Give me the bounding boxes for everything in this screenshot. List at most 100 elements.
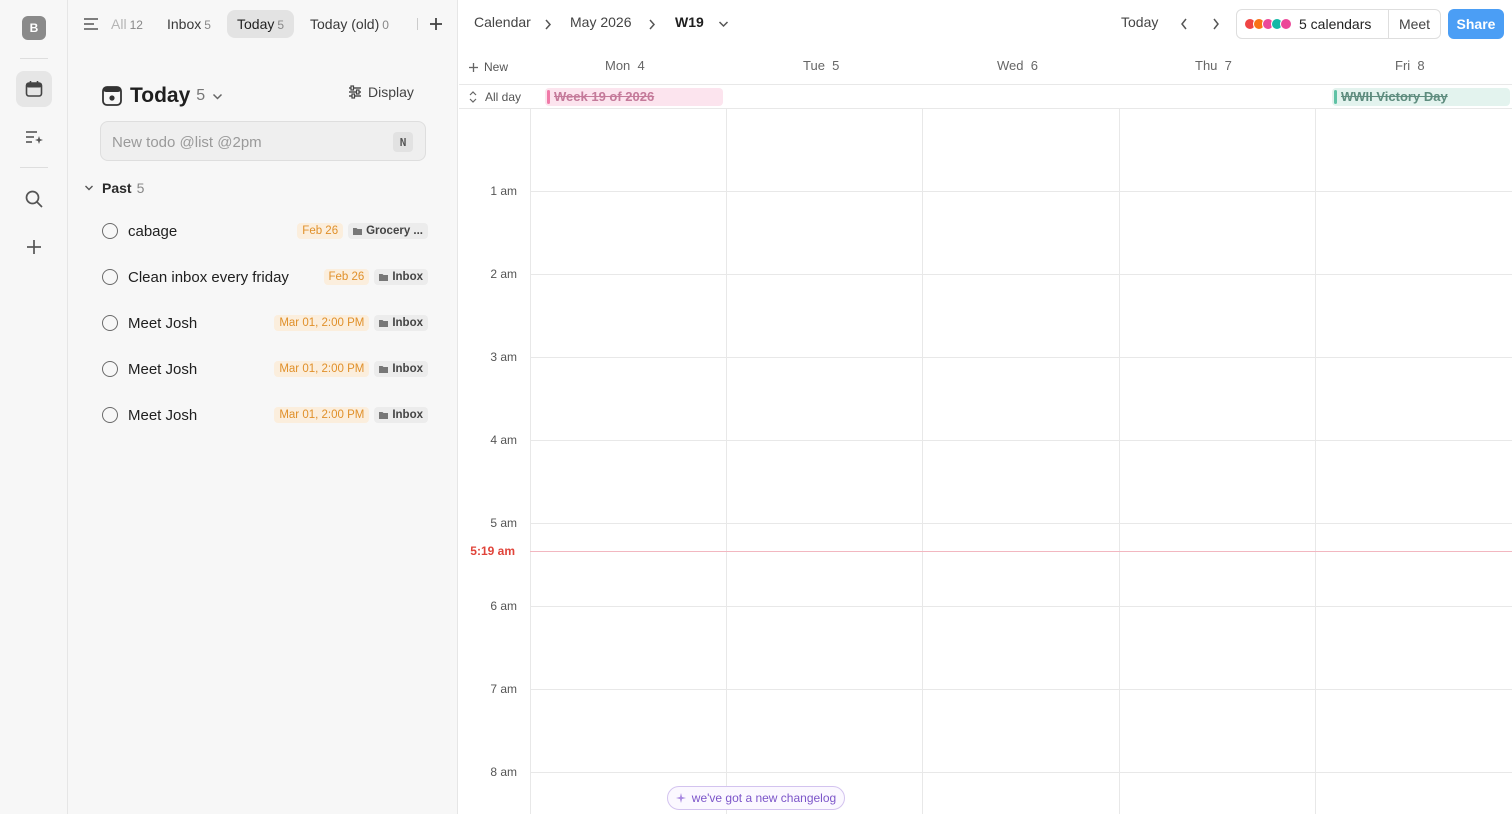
shortcut-badge: N — [393, 132, 413, 152]
todo-date: Feb 26 — [297, 223, 344, 239]
breadcrumb-calendar[interactable]: Calendar — [474, 14, 531, 30]
todo-title: Meet Josh — [128, 314, 198, 332]
new-todo-field[interactable]: N — [100, 121, 426, 161]
todo-list-tag[interactable]: Inbox — [374, 361, 428, 377]
today-button[interactable]: Today — [1121, 14, 1158, 30]
breadcrumb-month[interactable]: May 2026 — [570, 14, 631, 30]
search-nav-button[interactable] — [16, 181, 52, 217]
chevron-right-icon — [545, 19, 552, 30]
menu-button[interactable] — [82, 15, 100, 33]
new-todo-input[interactable] — [112, 131, 382, 153]
day-name: Mon — [605, 58, 631, 73]
day-header-fri[interactable]: Fri 8 — [1395, 58, 1425, 73]
chevron-down-icon[interactable] — [718, 19, 729, 29]
changelog-banner[interactable]: we've got a new changelog — [667, 786, 845, 810]
todo-checkbox[interactable] — [102, 407, 118, 423]
add-tab-button[interactable] — [427, 15, 445, 33]
todo-list-tag[interactable]: Inbox — [374, 315, 428, 331]
tab-today-old[interactable]: Today (old) 0 — [300, 10, 399, 38]
todo-item[interactable]: Meet Josh Mar 01, 2:00 PM Inbox — [102, 307, 428, 339]
tab-inbox[interactable]: Inbox 5 — [157, 10, 221, 38]
chevron-right-icon — [649, 19, 656, 30]
list-tabs: All 12 Inbox 5 Today 5 Today (old) 0 — [68, 0, 458, 48]
day-name: Fri — [1395, 58, 1411, 73]
workspace-avatar[interactable]: B — [22, 16, 46, 40]
tab-count: 5 — [204, 18, 211, 32]
hour-label: 1 am — [490, 184, 517, 198]
add-nav-button[interactable] — [16, 229, 52, 265]
tab-label: Today (old) — [310, 16, 380, 32]
chevron-left-icon[interactable] — [1180, 18, 1188, 30]
day-column-divider — [1119, 109, 1120, 814]
past-section-toggle[interactable]: Past 5 — [84, 180, 144, 196]
folder-icon — [379, 320, 389, 327]
todo-item[interactable]: cabage Feb 26 Grocery ... — [102, 215, 428, 247]
breadcrumb-week[interactable]: W19 — [675, 14, 704, 30]
plus-icon — [469, 62, 478, 72]
day-header-thu[interactable]: Thu 7 — [1195, 58, 1232, 73]
hour-label: 7 am — [490, 682, 517, 696]
chevron-down-icon[interactable] — [212, 91, 223, 102]
todo-list-name: Inbox — [392, 409, 423, 421]
new-event-button[interactable]: New — [469, 60, 516, 74]
tab-all[interactable]: All 12 — [101, 10, 153, 38]
new-label: New — [484, 60, 509, 74]
todo-title: Clean inbox every friday — [128, 268, 289, 286]
day-column-divider — [922, 109, 923, 814]
hour-line — [530, 357, 1512, 358]
day-number: 4 — [637, 58, 645, 73]
hour-line — [530, 772, 1512, 773]
day-header-tue[interactable]: Tue 5 — [803, 58, 839, 73]
calendar-toolbar: Calendar May 2026 W19 Today 5 calendars … — [459, 0, 1512, 48]
todo-checkbox[interactable] — [102, 223, 118, 239]
calendars-label: 5 calendars — [1299, 16, 1372, 32]
todo-date: Feb 26 — [323, 269, 370, 285]
list-sparkle-icon — [26, 131, 43, 144]
todo-title: Meet Josh — [128, 406, 198, 424]
day-column-divider — [1315, 109, 1316, 814]
todo-list-tag[interactable]: Inbox — [374, 407, 428, 423]
hour-label: 6 am — [490, 599, 517, 613]
menu-icon — [84, 18, 98, 30]
all-day-event[interactable]: WWII Victory Day — [1332, 88, 1510, 106]
hour-line — [530, 440, 1512, 441]
day-header-mon[interactable]: Mon 4 — [605, 58, 645, 73]
todo-list-tag[interactable]: Grocery ... — [348, 223, 428, 239]
tab-count: 5 — [277, 18, 285, 32]
todo-checkbox[interactable] — [102, 269, 118, 285]
chevron-right-icon[interactable] — [1212, 18, 1220, 30]
all-day-event[interactable]: Week 19 of 2026 — [545, 88, 723, 106]
day-name: Thu — [1195, 58, 1218, 73]
todo-checkbox[interactable] — [102, 315, 118, 331]
hour-label: 4 am — [490, 433, 517, 447]
todo-list-tag[interactable]: Inbox — [374, 269, 428, 285]
todo-item[interactable]: Clean inbox every friday Feb 26 Inbox — [102, 261, 428, 293]
calendar-nav-button[interactable] — [16, 71, 52, 107]
share-button[interactable]: Share — [1448, 9, 1504, 39]
todo-item[interactable]: Meet Josh Mar 01, 2:00 PM Inbox — [102, 399, 428, 431]
calendar-dot — [1280, 18, 1292, 30]
tab-count: 0 — [382, 18, 389, 32]
tab-today[interactable]: Today 5 — [227, 10, 295, 38]
all-day-row: All day Week 19 of 2026 WWII Victory Day — [459, 84, 1512, 109]
day-number: 6 — [1030, 58, 1038, 73]
plus-icon — [430, 18, 442, 30]
tab-label: Inbox — [167, 16, 202, 32]
display-button[interactable]: Display — [348, 84, 414, 100]
todo-item[interactable]: Meet Josh Mar 01, 2:00 PM Inbox — [102, 353, 428, 385]
folder-icon — [353, 228, 363, 235]
ai-tasks-nav-button[interactable] — [16, 119, 52, 155]
day-header-wed[interactable]: Wed 6 — [997, 58, 1038, 73]
expand-collapse-icon — [469, 91, 477, 103]
hour-label: 2 am — [490, 267, 517, 281]
day-number: 5 — [832, 58, 840, 73]
all-day-toggle[interactable]: All day — [469, 90, 521, 104]
sparkle-icon — [675, 793, 686, 803]
calendars-selector[interactable]: 5 calendars Meet — [1236, 9, 1441, 39]
day-number: 8 — [1417, 58, 1425, 73]
meet-button[interactable]: Meet — [1388, 10, 1440, 38]
hour-label: 8 am — [490, 765, 517, 779]
todo-checkbox[interactable] — [102, 361, 118, 377]
time-grid[interactable]: 1 am 2 am 3 am 4 am 5 am 6 am 7 am 8 am … — [459, 109, 1512, 814]
chevron-down-icon — [85, 185, 93, 191]
